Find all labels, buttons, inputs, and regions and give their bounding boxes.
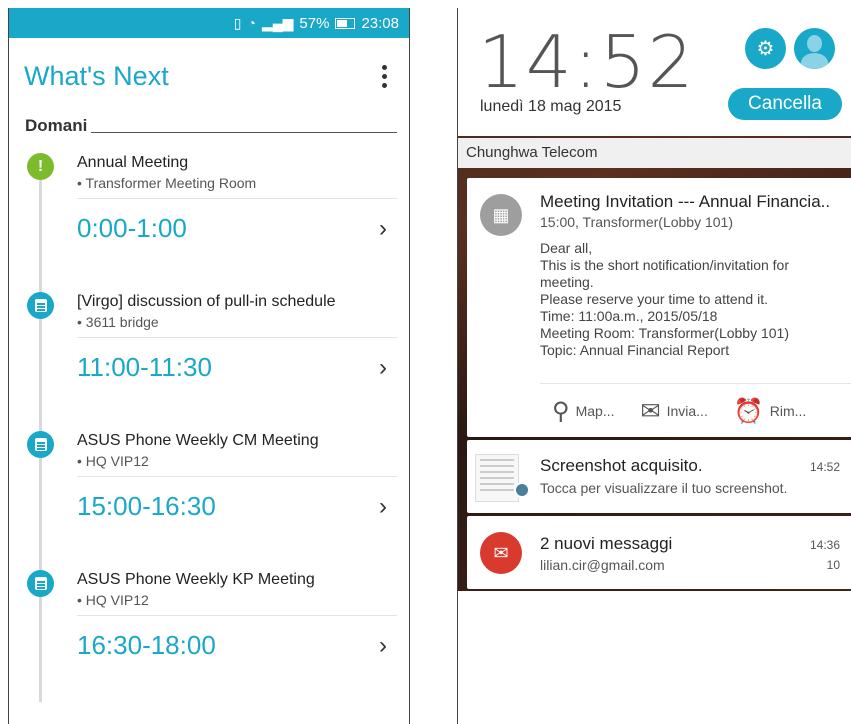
- body-line: meeting.: [540, 274, 594, 290]
- body-line: Topic: Annual Financial Report: [540, 342, 730, 358]
- calendar-icon: [27, 570, 54, 597]
- map-action-button[interactable]: ⚲ Map...: [552, 397, 614, 426]
- event-time: 16:30-18:00: [77, 630, 216, 660]
- status-time: 23:08: [361, 14, 399, 32]
- event-item[interactable]: ASUS Phone Weekly CM Meeting • HQ VIP12 …: [9, 428, 409, 567]
- screenshot-thumbnail: [475, 454, 519, 502]
- notification-shade-screen: 14:52 lunedì 18 mag 2015 ⚙ Cancella Chun…: [457, 8, 851, 724]
- calendar-icon: [27, 431, 54, 458]
- event-divider: [77, 198, 397, 199]
- body-line: Meeting Room: Transformer(Lobby 101): [540, 325, 789, 341]
- notification-title: Meeting Invitation --- Annual Financia..: [540, 192, 831, 211]
- screenshot-notification[interactable]: Screenshot acquisito. 14:52 Tocca per vi…: [467, 440, 851, 513]
- event-time: 11:00-11:30: [77, 352, 212, 382]
- event-item[interactable]: ASUS Phone Weekly KP Meeting • HQ VIP12 …: [9, 567, 409, 706]
- event-location: • HQ VIP12: [77, 592, 149, 608]
- notification-title: Screenshot acquisito.: [540, 456, 703, 475]
- event-divider: [77, 337, 397, 338]
- empty-area: [458, 591, 851, 724]
- event-time: 0:00-1:00: [77, 213, 187, 243]
- notification-subtitle: 15:00, Transformer(Lobby 101): [540, 214, 733, 230]
- body-line: Time: 11:00a.m., 2015/05/18: [540, 308, 718, 324]
- notification-time: 14:36: [809, 538, 840, 552]
- notification-time: 14:52: [809, 460, 840, 474]
- app-header: What's Next: [9, 38, 409, 114]
- event-item[interactable]: ! Annual Meeting • Transformer Meeting R…: [9, 150, 409, 289]
- body-line: Dear all,: [540, 240, 593, 256]
- event-title: ASUS Phone Weekly CM Meeting: [77, 432, 319, 449]
- whats-next-screen: ▯ ◔ ▂▄▆ 57% 23:08 What's Next Domani ! A…: [8, 8, 410, 724]
- event-location: • HQ VIP12: [77, 453, 149, 469]
- body-line: Please reserve your time to attend it.: [540, 291, 768, 307]
- envelope-icon: ✉: [640, 397, 661, 425]
- page-title: What's Next: [24, 60, 169, 91]
- battery-icon: [335, 17, 356, 29]
- user-avatar-icon[interactable]: [794, 28, 835, 69]
- section-divider: [91, 132, 397, 133]
- clear-all-button[interactable]: Cancella: [728, 88, 842, 120]
- chevron-right-icon[interactable]: ›: [379, 215, 387, 243]
- date-label: lunedì 18 mag 2015: [480, 98, 622, 115]
- event-time-row[interactable]: 11:00-11:30 ›: [77, 352, 397, 383]
- message-count: 10: [826, 558, 840, 572]
- event-divider: [77, 476, 397, 477]
- map-pin-icon: ⚲: [552, 397, 570, 425]
- event-divider: [77, 615, 397, 616]
- event-time-row[interactable]: 15:00-16:30 ›: [77, 491, 397, 522]
- wifi-icon: ◔: [247, 15, 256, 31]
- notification-body: Dear all, This is the short notification…: [540, 240, 845, 359]
- action-label: Rim...: [769, 403, 807, 419]
- event-title: Annual Meeting: [77, 154, 189, 171]
- clock: 14:52: [478, 20, 696, 104]
- quick-settings-header: 14:52 lunedì 18 mag 2015 ⚙ Cancella: [458, 8, 851, 136]
- chevron-right-icon[interactable]: ›: [379, 632, 387, 660]
- section-header: Domani: [9, 116, 409, 136]
- image-icon: [514, 482, 530, 498]
- calendar-icon: ▦: [480, 194, 522, 236]
- battery-percent: 57%: [299, 14, 330, 32]
- event-item[interactable]: [Virgo] discussion of pull-in schedule •…: [9, 289, 409, 428]
- action-label: Invia...: [666, 403, 708, 419]
- alert-icon: !: [27, 153, 54, 180]
- settings-gear-icon[interactable]: ⚙: [745, 28, 786, 69]
- event-timeline: ! Annual Meeting • Transformer Meeting R…: [9, 150, 409, 706]
- event-time: 15:00-16:30: [77, 491, 216, 521]
- event-location: • 3611 bridge: [77, 314, 159, 330]
- chevron-right-icon[interactable]: ›: [379, 354, 387, 382]
- status-bar: ▯ ◔ ▂▄▆ 57% 23:08: [9, 8, 409, 38]
- alarm-clock-icon: ⏰: [733, 397, 764, 425]
- overflow-menu-icon[interactable]: [376, 59, 393, 94]
- event-time-row[interactable]: 0:00-1:00 ›: [77, 213, 397, 244]
- notification-subtitle: Tocca per visualizzare il tuo screenshot…: [540, 480, 788, 496]
- carrier-label: Chunghwa Telecom: [458, 138, 851, 168]
- chevron-right-icon[interactable]: ›: [379, 493, 387, 521]
- send-action-button[interactable]: ✉ Invia...: [640, 397, 707, 426]
- notification-subtitle: lilian.cir@gmail.com: [540, 557, 665, 573]
- event-title: [Virgo] discussion of pull-in schedule: [77, 293, 336, 310]
- event-location: • Transformer Meeting Room: [77, 175, 257, 191]
- calendar-icon: [27, 292, 54, 319]
- remind-action-button[interactable]: ⏰ Rim...: [734, 397, 806, 426]
- vibrate-icon: ▯: [233, 14, 242, 31]
- section-label: Domani: [25, 116, 88, 135]
- gmail-notification[interactable]: ✉ 2 nuovi messaggi 14:36 lilian.cir@gmai…: [467, 516, 851, 589]
- meeting-notification[interactable]: ▦ Meeting Invitation --- Annual Financia…: [467, 178, 851, 437]
- notification-title: 2 nuovi messaggi: [540, 534, 673, 553]
- signal-icon: ▂▄▆: [261, 14, 294, 31]
- body-line: This is the short notification/invitatio…: [540, 257, 790, 273]
- action-label: Map...: [575, 403, 615, 419]
- event-title: ASUS Phone Weekly KP Meeting: [77, 571, 315, 588]
- event-time-row[interactable]: 16:30-18:00 ›: [77, 630, 397, 661]
- notification-actions: ⚲ Map... ✉ Invia... ⏰ Rim...: [540, 383, 851, 437]
- gmail-icon: ✉: [480, 532, 522, 574]
